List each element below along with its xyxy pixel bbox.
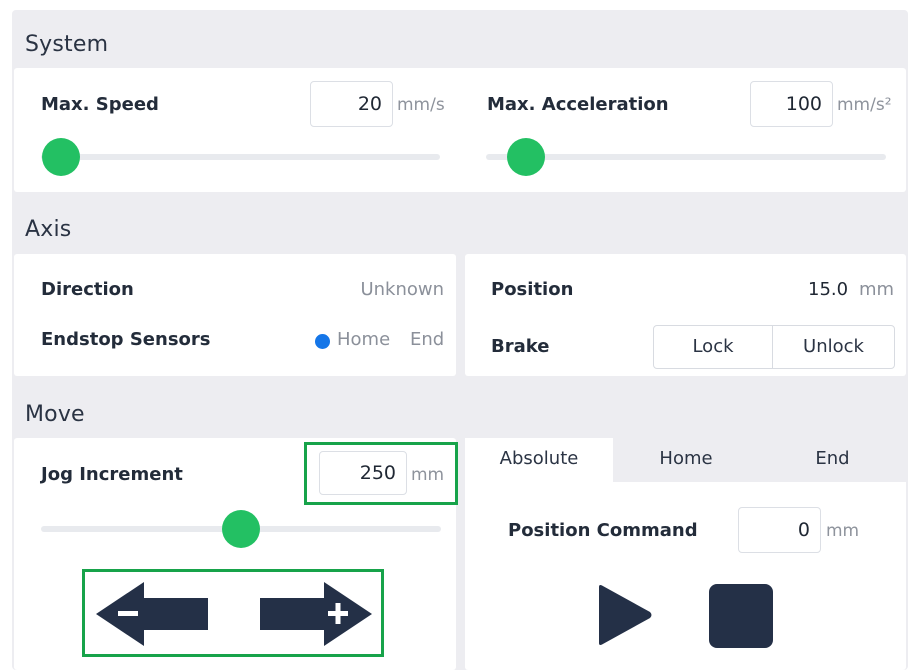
max-speed-input[interactable]: 20 [310, 81, 393, 127]
max-acceleration-unit: mm/s² [837, 95, 892, 115]
max-speed-slider-handle[interactable] [41, 138, 80, 176]
play-icon[interactable] [595, 584, 653, 646]
tab-end[interactable]: End [759, 438, 906, 482]
jog-increment-unit: mm [411, 465, 445, 485]
position-label: Position [491, 279, 574, 300]
position-command-input[interactable]: 0 [738, 507, 821, 553]
position-command-unit: mm [826, 521, 860, 541]
jog-increment-input[interactable]: 250 [319, 451, 407, 495]
endstop-sensors-label: Endstop Sensors [41, 329, 211, 350]
max-acceleration-label: Max. Acceleration [487, 94, 669, 115]
home-indicator-dot [315, 334, 330, 349]
direction-label: Direction [41, 279, 134, 300]
jog-card: Jog Increment 250 mm [14, 438, 458, 670]
section-title-system: System [25, 32, 109, 57]
jog-minus-arrow-icon[interactable] [96, 582, 208, 646]
max-speed-slider-track[interactable] [41, 154, 440, 160]
direction-value: Unknown [360, 279, 444, 300]
brake-label: Brake [491, 336, 550, 357]
section-title-axis: Axis [25, 217, 72, 242]
jog-increment-label: Jog Increment [41, 464, 183, 485]
panel-frame: System Max. Speed 20 mm/s Max. Accelerat… [12, 10, 908, 670]
position-value: 15.0 [808, 279, 849, 300]
max-acceleration-input[interactable]: 100 [750, 81, 833, 127]
max-acceleration-slider-track[interactable] [486, 154, 886, 160]
endstop-home-label: Home [337, 329, 391, 350]
brake-unlock-button[interactable]: Unlock [772, 325, 895, 369]
section-title-move: Move [25, 402, 85, 427]
jog-slider-handle[interactable] [222, 510, 260, 548]
endstop-end-label: End [410, 329, 445, 350]
position-command-card: Absolute Home End Position Command 0 mm [465, 438, 906, 670]
max-speed-label: Max. Speed [41, 94, 159, 115]
axis-position-card: Position 15.0 mm Brake Lock Unlock [465, 254, 906, 376]
max-acceleration-slider-handle[interactable] [507, 138, 545, 176]
position-unit: mm [859, 279, 895, 300]
axis-status-card: Direction Unknown Endstop Sensors Home E… [14, 254, 456, 376]
max-speed-unit: mm/s [397, 95, 445, 115]
system-card: Max. Speed 20 mm/s Max. Acceleration 100… [14, 68, 906, 192]
tab-home[interactable]: Home [613, 438, 759, 482]
jog-plus-arrow-icon[interactable] [260, 582, 372, 646]
brake-lock-button[interactable]: Lock [653, 325, 773, 369]
stop-icon[interactable] [709, 584, 773, 648]
position-command-label: Position Command [508, 520, 698, 541]
tab-absolute[interactable]: Absolute [465, 438, 613, 482]
